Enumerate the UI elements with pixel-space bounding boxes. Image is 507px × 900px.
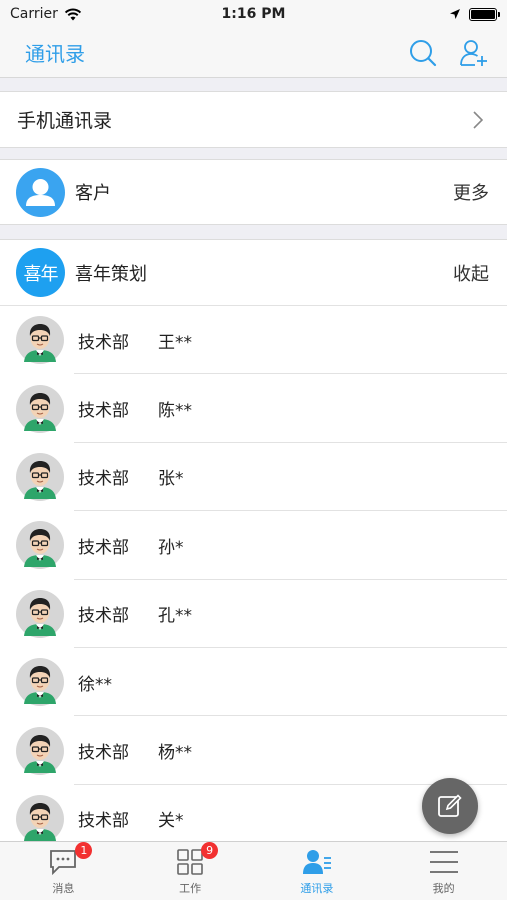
member-row[interactable]: 技术部 陈** bbox=[0, 374, 507, 444]
customer-label: 客户 bbox=[75, 183, 111, 204]
avatar bbox=[16, 384, 64, 433]
tab-messages-label: 消息 bbox=[52, 882, 75, 895]
member-dept: 技术部 bbox=[78, 606, 129, 627]
message-icon bbox=[50, 850, 77, 876]
search-icon[interactable] bbox=[409, 39, 437, 67]
member-name: 陈** bbox=[158, 401, 192, 422]
avatar bbox=[16, 316, 64, 365]
tab-work[interactable]: 9 工作 bbox=[127, 842, 254, 900]
member-dept: 技术部 bbox=[78, 811, 129, 832]
tab-me-icon-wrap bbox=[429, 846, 459, 878]
phone-contacts-label: 手机通讯录 bbox=[17, 110, 113, 132]
avatar bbox=[16, 589, 64, 638]
tab-work-icon-wrap: 9 bbox=[176, 842, 219, 878]
member-dept: 技术部 bbox=[78, 537, 129, 558]
member-dept: 技术部 bbox=[78, 332, 129, 353]
wifi-icon bbox=[64, 8, 81, 20]
page-title: 通讯录 bbox=[25, 42, 85, 66]
group-badge: 喜年 bbox=[16, 248, 65, 297]
status-right bbox=[449, 7, 500, 21]
member-row[interactable]: 技术部 孙* bbox=[0, 511, 507, 580]
battery-icon bbox=[469, 7, 500, 21]
tab-contacts-label: 通讯录 bbox=[300, 882, 334, 895]
avatar bbox=[16, 794, 64, 843]
avatar bbox=[16, 658, 64, 707]
tab-bar: 1 消息 9 工作 通讯录 我的 bbox=[0, 841, 507, 900]
status-bar: Carrier 1:16 PM bbox=[0, 0, 507, 28]
member-list: 技术部 王** 技术部 陈** 技术部 张* 技术部 孙* 技术部 孔** 徐** bbox=[0, 306, 507, 854]
member-name: 孙* bbox=[158, 537, 184, 558]
customer-avatar-icon bbox=[16, 167, 65, 217]
battery-fill bbox=[471, 9, 495, 19]
avatar bbox=[16, 521, 64, 570]
avatar bbox=[16, 452, 64, 501]
carrier-label: Carrier bbox=[10, 6, 58, 22]
group-header[interactable]: 喜年 喜年策划 收起 bbox=[0, 240, 507, 306]
member-dept: 技术部 bbox=[78, 469, 129, 490]
tab-me-label: 我的 bbox=[432, 882, 455, 895]
customer-row-left: 客户 bbox=[16, 167, 111, 217]
nav-actions bbox=[409, 38, 489, 68]
customer-more-button[interactable]: 更多 bbox=[453, 179, 489, 205]
member-row[interactable]: 技术部 张* bbox=[0, 443, 507, 512]
status-left: Carrier bbox=[10, 6, 82, 22]
tab-messages-icon-wrap: 1 bbox=[48, 842, 93, 878]
member-name: 王** bbox=[158, 332, 192, 353]
compose-button[interactable] bbox=[422, 778, 478, 834]
member-row[interactable]: 技术部 孔** bbox=[0, 580, 507, 649]
group-collapse-button[interactable]: 收起 bbox=[453, 260, 489, 286]
add-contact-icon[interactable] bbox=[459, 38, 489, 68]
member-dept: 技术部 bbox=[78, 401, 129, 422]
contacts-icon bbox=[302, 850, 331, 874]
tab-work-label: 工作 bbox=[179, 882, 202, 895]
nav-bar: 通讯录 bbox=[0, 28, 507, 78]
avatar bbox=[16, 726, 64, 775]
messages-badge: 1 bbox=[75, 842, 93, 859]
member-row[interactable]: 技术部 杨** bbox=[0, 716, 507, 786]
location-arrow-icon bbox=[450, 9, 460, 19]
tab-contacts-icon-wrap bbox=[302, 846, 332, 878]
member-name: 徐** bbox=[78, 674, 112, 695]
tab-me[interactable]: 我的 bbox=[380, 842, 507, 900]
member-row[interactable]: 徐** bbox=[0, 648, 507, 717]
menu-icon bbox=[429, 851, 458, 873]
customer-row[interactable]: 客户 更多 bbox=[0, 159, 507, 225]
group-name: 喜年策划 bbox=[75, 263, 147, 285]
edit-icon bbox=[438, 794, 462, 817]
member-row[interactable]: 技术部 王** bbox=[0, 306, 507, 375]
member-dept: 技术部 bbox=[78, 743, 129, 764]
group-section: 喜年 喜年策划 收起 技术部王** 技术部陈** 技术部张* 技术部孙* bbox=[0, 239, 507, 854]
member-name: 杨** bbox=[158, 743, 192, 764]
member-name: 关* bbox=[158, 811, 184, 832]
tab-contacts[interactable]: 通讯录 bbox=[254, 842, 381, 900]
group-header-left: 喜年 喜年策划 bbox=[16, 248, 147, 297]
grid-icon bbox=[177, 849, 203, 875]
chevron-right-icon bbox=[473, 110, 483, 129]
work-badge: 9 bbox=[201, 842, 219, 859]
member-name: 孔** bbox=[158, 606, 192, 627]
phone-contacts-row[interactable]: 手机通讯录 bbox=[0, 91, 507, 148]
member-name: 张* bbox=[158, 469, 184, 490]
tab-messages[interactable]: 1 消息 bbox=[0, 842, 127, 900]
